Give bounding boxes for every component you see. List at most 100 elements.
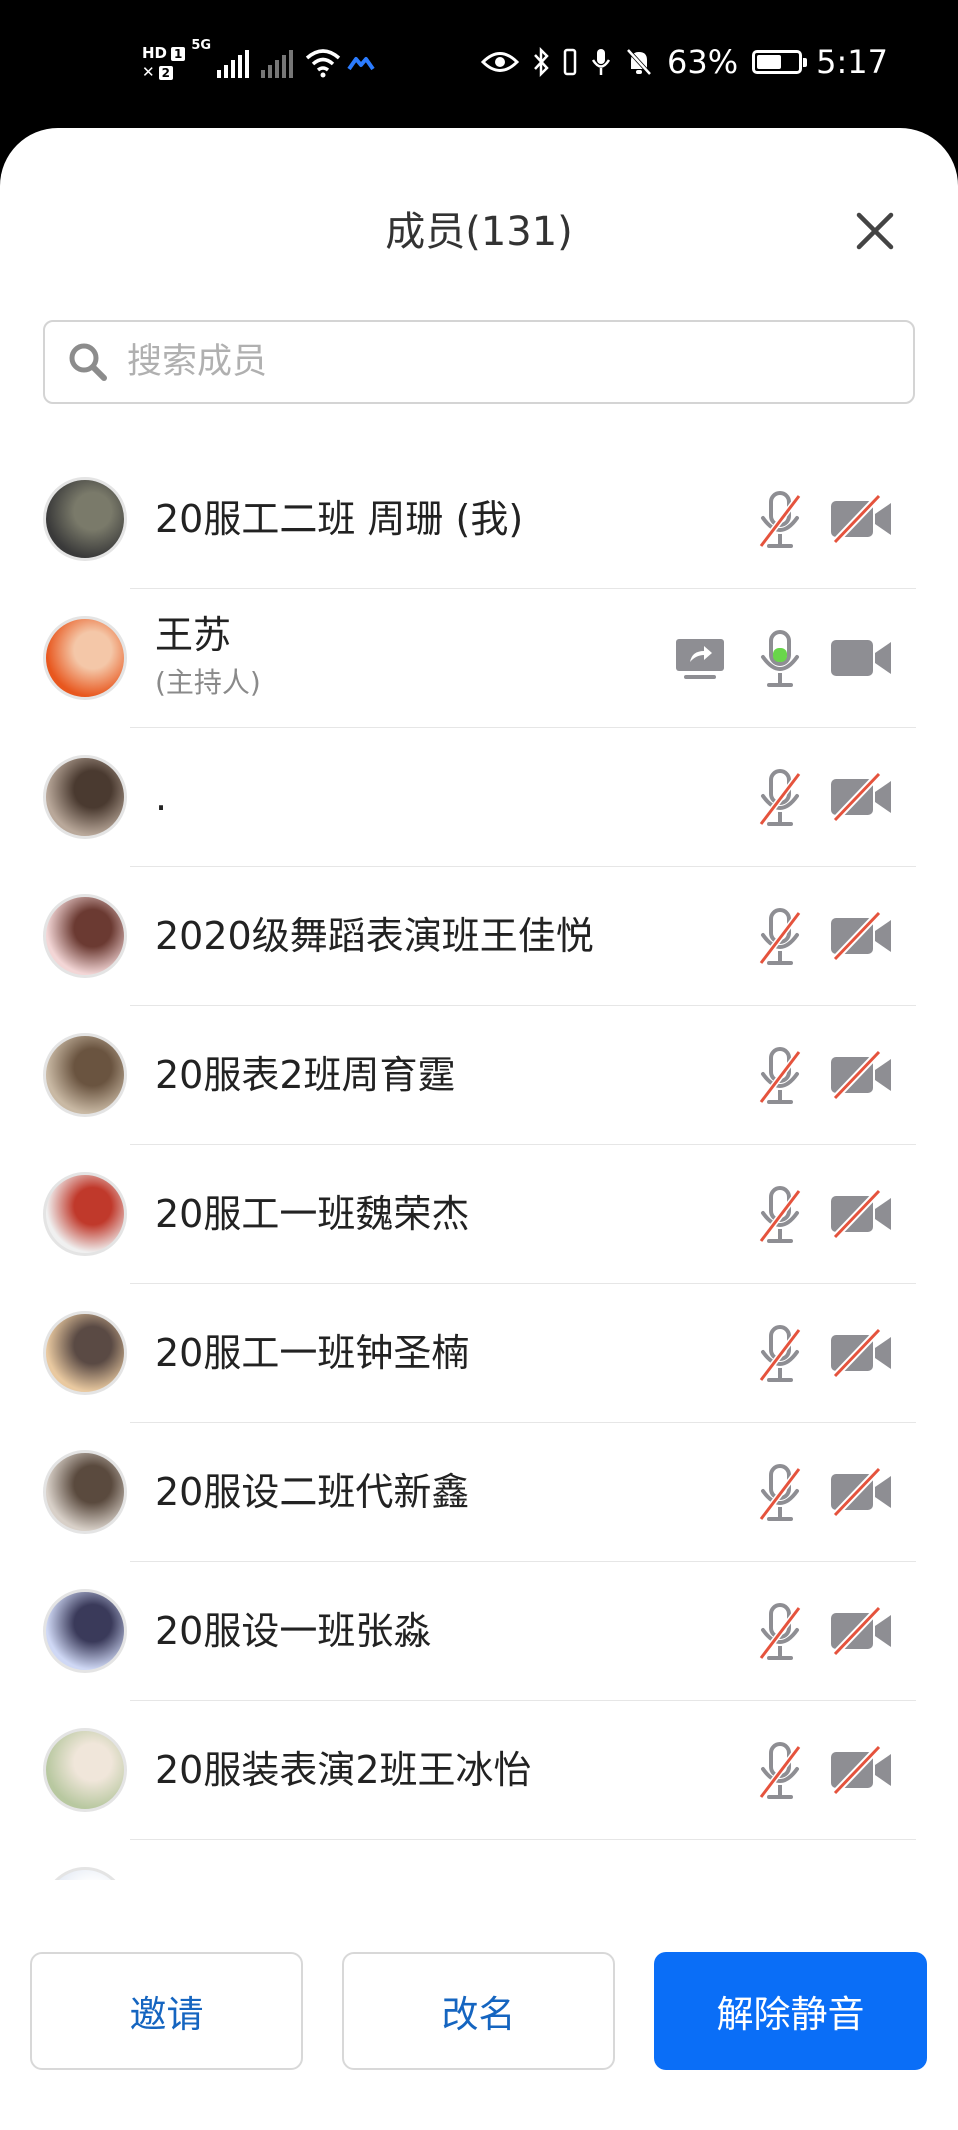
camera-off-icon bbox=[831, 1466, 891, 1518]
vibrate-icon bbox=[563, 48, 577, 76]
member-row[interactable]: 20服设一班张淼 bbox=[0, 1562, 958, 1701]
mic-toggle[interactable] bbox=[757, 490, 803, 550]
avatar bbox=[43, 1172, 127, 1256]
member-row[interactable]: . bbox=[0, 728, 958, 867]
camera-off-icon bbox=[831, 910, 891, 962]
camera-toggle[interactable] bbox=[829, 1466, 895, 1518]
member-name: 2020级舞蹈表演班王佳悦 bbox=[155, 914, 594, 958]
hd-label: HD bbox=[142, 44, 168, 62]
member-name: . bbox=[155, 775, 168, 819]
member-row[interactable]: 20服装表演2班王冰怡 bbox=[0, 1701, 958, 1840]
camera-toggle[interactable] bbox=[829, 1605, 895, 1657]
avatar bbox=[43, 1589, 127, 1673]
mic-toggle[interactable] bbox=[757, 907, 803, 967]
system-indicators: 63% 5:17 bbox=[481, 30, 888, 94]
bluetooth-icon bbox=[534, 47, 549, 77]
camera-on-icon bbox=[831, 640, 891, 676]
signal-icon bbox=[217, 50, 250, 78]
avatar bbox=[43, 1311, 127, 1395]
invite-button[interactable]: 邀请 bbox=[30, 1952, 303, 2070]
close-icon bbox=[856, 212, 894, 250]
mic-muted-icon bbox=[758, 769, 802, 826]
camera-toggle[interactable] bbox=[829, 1188, 895, 1240]
member-row[interactable]: 20服设二班代新鑫 bbox=[0, 1423, 958, 1562]
member-row[interactable]: 20服工二班 周珊 (我) bbox=[0, 450, 958, 589]
mic-muted-icon bbox=[758, 1603, 802, 1660]
mic-on-icon bbox=[761, 630, 799, 687]
camera-off-icon bbox=[831, 1605, 891, 1657]
close-button[interactable] bbox=[848, 204, 902, 258]
member-role: (主持人) bbox=[155, 666, 261, 699]
avatar bbox=[43, 755, 127, 839]
mic-toggle[interactable] bbox=[757, 768, 803, 828]
avatar bbox=[43, 616, 127, 700]
member-row[interactable]: 20服工一班钟圣楠 bbox=[0, 1284, 958, 1423]
camera-off-icon bbox=[831, 1744, 891, 1796]
battery-level bbox=[757, 55, 781, 69]
screen-share-icon bbox=[676, 639, 724, 679]
unmute-all-button[interactable]: 解除静音 bbox=[654, 1952, 927, 2070]
camera-toggle[interactable] bbox=[829, 1744, 895, 1796]
network-5g-label: 5G bbox=[191, 38, 212, 53]
camera-off-icon bbox=[831, 1188, 891, 1240]
eye-icon bbox=[481, 52, 520, 72]
mic-muted-icon bbox=[758, 1325, 802, 1382]
clock: 5:17 bbox=[816, 43, 888, 81]
camera-toggle[interactable] bbox=[829, 910, 895, 962]
mic-muted-icon bbox=[758, 1186, 802, 1243]
app-notification-icon bbox=[347, 57, 375, 71]
camera-off-icon bbox=[831, 1327, 891, 1379]
member-name: 20服工一班魏荣杰 bbox=[155, 1192, 470, 1236]
mic-toggle[interactable] bbox=[757, 1046, 803, 1106]
mic-muted-icon bbox=[758, 1742, 802, 1799]
camera-toggle[interactable] bbox=[829, 493, 895, 545]
member-name: 王苏 bbox=[155, 613, 232, 657]
member-row[interactable]: 王苏 (主持人) bbox=[0, 589, 958, 728]
mic-toggle[interactable] bbox=[757, 629, 803, 689]
action-bar: 邀请 改名 解除静音 bbox=[0, 1880, 958, 2130]
mic-muted-icon bbox=[758, 908, 802, 965]
member-row[interactable] bbox=[0, 1840, 958, 1880]
mic-toggle[interactable] bbox=[757, 1324, 803, 1384]
member-name: 20服表2班周育霆 bbox=[155, 1053, 456, 1097]
member-row[interactable]: 20服表2班周育霆 bbox=[0, 1006, 958, 1145]
member-name: 20服设二班代新鑫 bbox=[155, 1470, 470, 1514]
search-icon bbox=[69, 343, 107, 381]
mic-icon bbox=[591, 49, 611, 75]
screen-share-indicator bbox=[674, 637, 726, 681]
camera-toggle[interactable] bbox=[829, 1049, 895, 1101]
mic-toggle[interactable] bbox=[757, 1741, 803, 1801]
camera-off-icon bbox=[831, 493, 891, 545]
search-box[interactable] bbox=[43, 320, 915, 404]
battery-icon bbox=[752, 50, 808, 74]
members-panel: 成员(131) 20服工二班 周珊 (我) 王苏 (主持人) . bbox=[0, 128, 958, 2130]
camera-toggle[interactable] bbox=[829, 771, 895, 823]
member-name: 20服工一班钟圣楠 bbox=[155, 1331, 470, 1375]
mic-toggle[interactable] bbox=[757, 1185, 803, 1245]
mic-muted-icon bbox=[758, 1047, 802, 1104]
camera-off-icon bbox=[831, 771, 891, 823]
rename-button[interactable]: 改名 bbox=[342, 1952, 615, 2070]
mic-toggle[interactable] bbox=[757, 1602, 803, 1662]
avatar bbox=[43, 894, 127, 978]
member-row[interactable]: 20服工一班魏荣杰 bbox=[0, 1145, 958, 1284]
member-name: 20服工二班 周珊 (我) bbox=[155, 497, 524, 541]
mic-toggle[interactable] bbox=[757, 1463, 803, 1523]
sim2-label: 2 bbox=[158, 65, 173, 80]
search-input[interactable] bbox=[125, 341, 889, 383]
wifi-icon bbox=[305, 49, 341, 78]
member-row[interactable]: 2020级舞蹈表演班王佳悦 bbox=[0, 867, 958, 1006]
signal-2-icon bbox=[261, 50, 294, 78]
member-list[interactable]: 20服工二班 周珊 (我) 王苏 (主持人) . 2020级舞蹈表演班王佳悦 2… bbox=[0, 450, 958, 1880]
mic-muted-icon bbox=[758, 491, 802, 548]
member-name: 20服装表演2班王冰怡 bbox=[155, 1748, 532, 1792]
bell-off-icon bbox=[626, 48, 652, 76]
camera-toggle[interactable] bbox=[829, 633, 895, 683]
panel-title: 成员(131) bbox=[385, 209, 573, 255]
avatar bbox=[43, 477, 127, 561]
camera-toggle[interactable] bbox=[829, 1327, 895, 1379]
avatar bbox=[43, 1450, 127, 1534]
avatar bbox=[43, 1033, 127, 1117]
avatar bbox=[43, 1728, 127, 1812]
camera-off-icon bbox=[831, 1049, 891, 1101]
